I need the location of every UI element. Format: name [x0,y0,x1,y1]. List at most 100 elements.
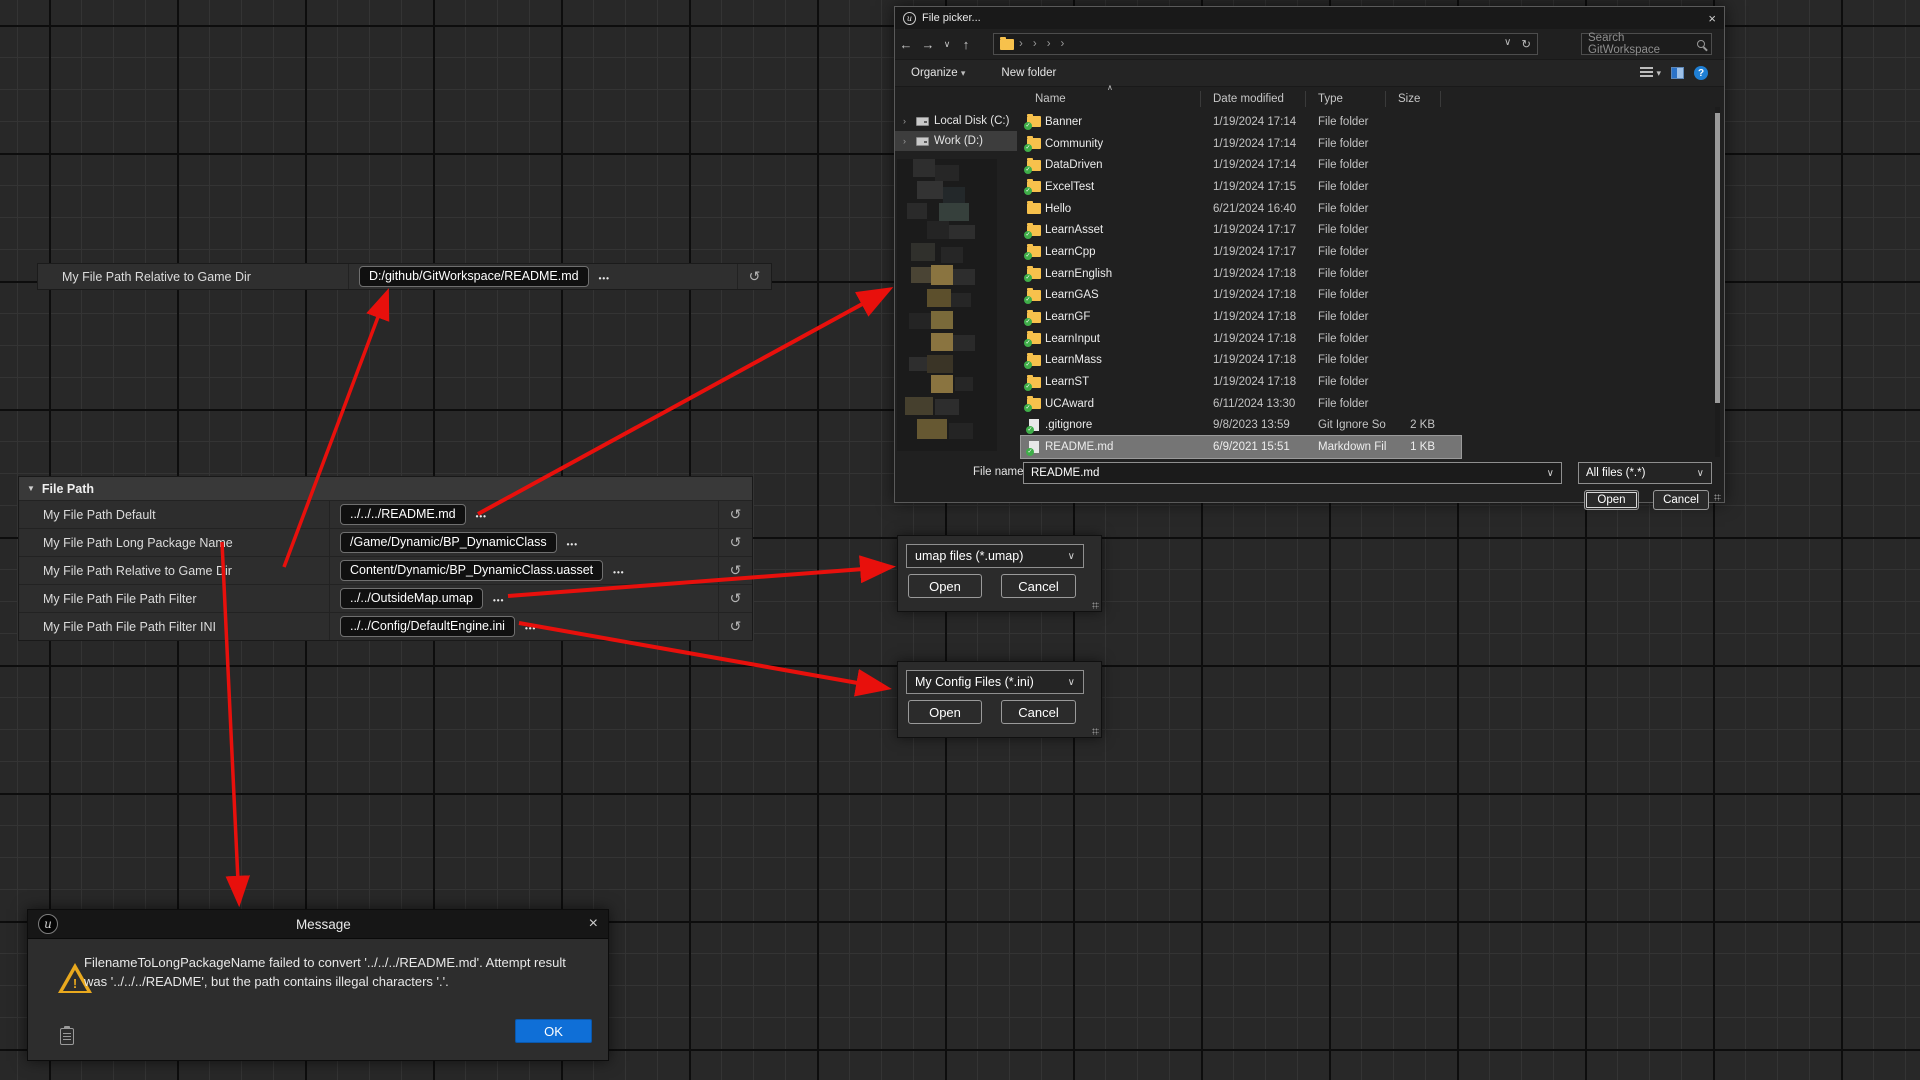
breadcrumb[interactable]: ∨ ↻ [993,33,1538,55]
browse-ellipsis-button[interactable] [525,619,536,634]
path-value-field[interactable]: Content/Dynamic/BP_DynamicClass.uasset [340,560,603,581]
picker-titlebar[interactable]: u File picker... × [895,7,1724,29]
config-filter-dialog: My Config Files (*.ini) ∨ Open Cancel [897,661,1102,738]
file-name: LearnCpp [1043,246,1201,258]
preview-pane-icon[interactable] [1671,67,1684,79]
file-row[interactable]: LearnAsset 1/19/2024 17:17 File folder [1021,219,1461,241]
file-row[interactable]: Banner 1/19/2024 17:14 File folder [1021,111,1461,133]
file-row[interactable]: Hello 6/21/2024 16:40 File folder [1021,198,1461,220]
scrollbar-thumb[interactable] [1715,113,1720,403]
file-icon [1027,290,1041,301]
config-filter-select[interactable]: My Config Files (*.ini) ∨ [906,670,1084,694]
section-header[interactable]: ▼ File Path [19,477,752,500]
reset-to-default-icon[interactable] [730,506,742,523]
open-button[interactable]: Open [908,700,982,724]
help-icon[interactable]: ? [1694,66,1708,80]
column-header-date[interactable]: Date modified [1201,91,1306,107]
search-input[interactable]: Search GitWorkspace [1581,33,1712,55]
file-name-value: README.md [1031,467,1099,479]
breadcrumb-item[interactable] [1047,38,1056,50]
umap-filter-select[interactable]: umap files (*.umap) ∨ [906,544,1084,568]
file-date: 1/19/2024 17:17 [1201,246,1306,258]
up-icon[interactable]: ↑ [955,37,977,52]
column-headers: ∧ Name Date modified Type Size [1021,89,1461,109]
open-button[interactable]: Open [1584,490,1639,510]
refresh-icon[interactable]: ↻ [1521,37,1531,51]
file-row[interactable]: LearnMass 1/19/2024 17:18 File folder [1021,350,1461,372]
breadcrumb-item[interactable] [1033,38,1042,50]
sidebar-drive-item[interactable]: › Work (D:) [895,131,1017,151]
cancel-button[interactable]: Cancel [1653,490,1709,510]
file-row[interactable]: .gitignore 9/8/2023 13:59 Git Ignore Sou… [1021,415,1461,437]
picker-sidebar: › Local Disk (C:) › Work (D:) [895,111,1017,457]
file-name-input[interactable]: README.md ∨ [1023,462,1562,484]
file-type-filter-select[interactable]: All files (*.*) ∨ [1578,462,1712,484]
resize-grip[interactable] [1092,728,1099,735]
column-header-type[interactable]: Type [1306,91,1386,107]
scrollbar-track[interactable] [1715,107,1720,457]
file-row[interactable]: README.md 6/9/2021 15:51 Markdown File 1… [1021,436,1461,458]
browse-ellipsis-button[interactable] [476,507,487,522]
organize-button[interactable]: Organize ▾ [911,67,965,79]
column-header-size[interactable]: Size [1386,91,1441,107]
file-row[interactable]: LearnCpp 1/19/2024 17:17 File folder [1021,241,1461,263]
browse-ellipsis-button[interactable] [613,563,624,578]
collapse-triangle-icon[interactable]: ▼ [27,484,35,493]
path-value-field[interactable]: ../../../README.md [340,504,466,525]
path-value-field[interactable]: ../../Config/DefaultEngine.ini [340,616,515,637]
view-mode-button[interactable]: ▾ [1640,67,1661,79]
breadcrumb-item[interactable] [1019,38,1028,50]
path-value-field[interactable]: ../../OutsideMap.umap [340,588,483,609]
reset-to-default-icon[interactable] [730,590,742,607]
back-icon[interactable]: ← [895,37,917,52]
file-type: File folder [1306,398,1386,410]
config-filter-value: My Config Files (*.ini) [915,675,1034,689]
file-row[interactable]: LearnEnglish 1/19/2024 17:18 File folder [1021,263,1461,285]
ok-button[interactable]: OK [515,1019,592,1043]
browse-ellipsis-button[interactable] [567,535,578,550]
file-row[interactable]: LearnGF 1/19/2024 17:18 File folder [1021,306,1461,328]
file-row[interactable]: DataDriven 1/19/2024 17:14 File folder [1021,154,1461,176]
file-type: File folder [1306,224,1386,236]
address-dropdown-icon[interactable]: ∨ [1504,37,1511,51]
file-row[interactable]: ExcelTest 1/19/2024 17:15 File folder [1021,176,1461,198]
reset-to-default-icon[interactable] [730,618,742,635]
drive-icon [916,117,929,126]
recent-locations-icon[interactable]: ∨ [939,39,955,50]
file-date: 1/19/2024 17:14 [1201,116,1306,128]
reset-to-default-icon[interactable] [749,268,761,285]
file-row[interactable]: Community 1/19/2024 17:14 File folder [1021,133,1461,155]
sidebar-drive-item[interactable]: › Local Disk (C:) [895,111,1017,131]
expander-icon[interactable]: › [903,136,911,146]
forward-icon[interactable]: → [917,37,939,52]
path-value-field[interactable]: /Game/Dynamic/BP_DynamicClass [340,532,557,553]
file-type: File folder [1306,311,1386,323]
list-view-icon [1640,67,1653,79]
copy-to-clipboard-icon[interactable] [60,1028,74,1045]
expander-icon[interactable]: › [903,116,911,126]
breadcrumb-item[interactable] [1061,38,1070,50]
browse-ellipsis-button[interactable] [599,269,610,284]
cancel-button[interactable]: Cancel [1001,700,1076,724]
new-folder-button[interactable]: New folder [1001,67,1056,79]
close-icon[interactable]: × [1708,11,1716,26]
file-row[interactable]: UCAward 6/11/2024 13:30 File folder [1021,393,1461,415]
resize-grip[interactable] [1092,602,1099,609]
file-date: 6/9/2021 15:51 [1201,441,1306,453]
column-header-name[interactable]: Name [1021,91,1201,107]
browse-ellipsis-button[interactable] [493,591,504,606]
property-row: My File Path Relative to Game Dir Conten… [19,556,752,584]
file-name: Hello [1043,203,1201,215]
reset-to-default-icon[interactable] [730,534,742,551]
reset-to-default-icon[interactable] [730,562,742,579]
file-row[interactable]: LearnGAS 1/19/2024 17:18 File folder [1021,285,1461,307]
file-row[interactable]: LearnST 1/19/2024 17:18 File folder [1021,371,1461,393]
resize-grip[interactable] [1714,494,1721,501]
open-button[interactable]: Open [908,574,982,598]
file-type: File folder [1306,376,1386,388]
path-value-field[interactable]: D:/github/GitWorkspace/README.md [359,266,589,287]
message-titlebar[interactable]: u Message × [28,910,608,939]
file-row[interactable]: LearnInput 1/19/2024 17:18 File folder [1021,328,1461,350]
cancel-button[interactable]: Cancel [1001,574,1076,598]
close-icon[interactable]: × [589,915,598,933]
